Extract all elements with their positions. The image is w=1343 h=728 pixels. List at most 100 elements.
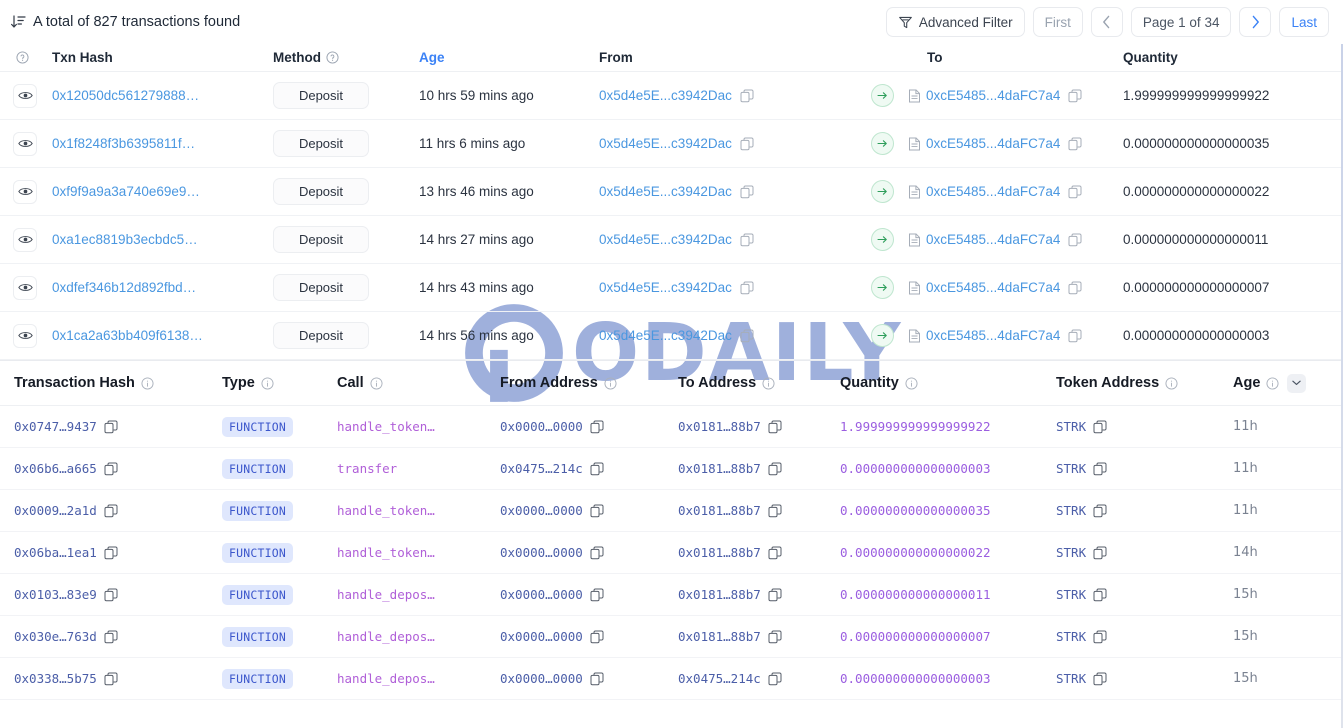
table-row[interactable]: 0x0103…83e9 FUNCTION handle_depos… 0x000… bbox=[0, 574, 1343, 616]
transfer-from-link[interactable]: 0x0000…0000 bbox=[500, 629, 583, 644]
to-address-link[interactable]: 0xcE5485...4daFC7a4 bbox=[926, 328, 1060, 343]
copy-icon[interactable] bbox=[590, 420, 604, 434]
table-row[interactable]: 0x12050dc561279888… Deposit 10 hrs 59 mi… bbox=[0, 72, 1343, 120]
type-badge[interactable]: FUNCTION bbox=[222, 669, 293, 689]
transfer-from-link[interactable]: 0x0000…0000 bbox=[500, 503, 583, 518]
copy-icon[interactable] bbox=[1093, 672, 1107, 686]
transfer-from-link[interactable]: 0x0000…0000 bbox=[500, 545, 583, 560]
table-row[interactable]: 0x0338…5b75 FUNCTION handle_depos… 0x000… bbox=[0, 658, 1343, 700]
to-address-link[interactable]: 0xcE5485...4daFC7a4 bbox=[926, 280, 1060, 295]
txn-hash-link[interactable]: 0xdfef346b12d892fbd… bbox=[52, 280, 196, 295]
copy-icon[interactable] bbox=[740, 137, 754, 151]
table-row[interactable]: 0x1f8248f3b6395811f… Deposit 11 hrs 6 mi… bbox=[0, 120, 1343, 168]
copy-icon[interactable] bbox=[1068, 329, 1082, 343]
method-badge[interactable]: Deposit bbox=[273, 130, 369, 157]
copy-icon[interactable] bbox=[1068, 137, 1082, 151]
call-link[interactable]: transfer bbox=[337, 461, 397, 476]
call-link[interactable]: handle_token… bbox=[337, 503, 435, 518]
copy-icon[interactable] bbox=[104, 420, 118, 434]
info-circle-icon[interactable] bbox=[141, 377, 154, 390]
transfer-from-link[interactable]: 0x0000…0000 bbox=[500, 587, 583, 602]
last-page-button[interactable]: Last bbox=[1279, 7, 1329, 37]
call-link[interactable]: handle_token… bbox=[337, 545, 435, 560]
preview-button[interactable] bbox=[13, 180, 37, 204]
transfer-to-link[interactable]: 0x0181…88b7 bbox=[678, 629, 761, 644]
copy-icon[interactable] bbox=[590, 630, 604, 644]
txn-hash-link[interactable]: 0xf9f9a9a3a740e69e9… bbox=[52, 184, 200, 199]
from-address-link[interactable]: 0x5d4e5E...c3942Dac bbox=[599, 232, 732, 247]
call-link[interactable]: handle_depos… bbox=[337, 629, 435, 644]
copy-icon[interactable] bbox=[590, 588, 604, 602]
copy-icon[interactable] bbox=[1068, 281, 1082, 295]
info-circle-icon[interactable] bbox=[1266, 377, 1279, 390]
token-link[interactable]: STRK bbox=[1056, 419, 1086, 434]
info-circle-icon[interactable] bbox=[762, 377, 775, 390]
table-row[interactable]: 0x030e…763d FUNCTION handle_depos… 0x000… bbox=[0, 616, 1343, 658]
preview-button[interactable] bbox=[13, 324, 37, 348]
table-row[interactable]: 0x1ca2a63bb409f6138… Deposit 14 hrs 56 m… bbox=[0, 312, 1343, 360]
copy-icon[interactable] bbox=[1093, 420, 1107, 434]
type-badge[interactable]: FUNCTION bbox=[222, 459, 293, 479]
copy-icon[interactable] bbox=[590, 462, 604, 476]
copy-icon[interactable] bbox=[768, 630, 782, 644]
to-address-link[interactable]: 0xcE5485...4daFC7a4 bbox=[926, 88, 1060, 103]
transfer-hash-link[interactable]: 0x0338…5b75 bbox=[14, 671, 97, 686]
preview-button[interactable] bbox=[13, 228, 37, 252]
transfer-to-link[interactable]: 0x0181…88b7 bbox=[678, 587, 761, 602]
copy-icon[interactable] bbox=[768, 504, 782, 518]
copy-icon[interactable] bbox=[740, 233, 754, 247]
table-row[interactable]: 0xf9f9a9a3a740e69e9… Deposit 13 hrs 46 m… bbox=[0, 168, 1343, 216]
copy-icon[interactable] bbox=[740, 281, 754, 295]
copy-icon[interactable] bbox=[590, 546, 604, 560]
txn-hash-link[interactable]: 0x1ca2a63bb409f6138… bbox=[52, 328, 203, 343]
type-badge[interactable]: FUNCTION bbox=[222, 501, 293, 521]
table-row[interactable]: 0xa1ec8819b3ecbdc5… Deposit 14 hrs 27 mi… bbox=[0, 216, 1343, 264]
table-row[interactable]: 0x0747…9437 FUNCTION handle_token… 0x000… bbox=[0, 406, 1343, 448]
method-badge[interactable]: Deposit bbox=[273, 274, 369, 301]
transfer-to-link[interactable]: 0x0475…214c bbox=[678, 671, 761, 686]
call-link[interactable]: handle_depos… bbox=[337, 671, 435, 686]
txn-hash-link[interactable]: 0x1f8248f3b6395811f… bbox=[52, 136, 195, 151]
info-circle-icon[interactable] bbox=[370, 377, 383, 390]
token-link[interactable]: STRK bbox=[1056, 545, 1086, 560]
copy-icon[interactable] bbox=[590, 504, 604, 518]
method-badge[interactable]: Deposit bbox=[273, 82, 369, 109]
transfer-to-link[interactable]: 0x0181…88b7 bbox=[678, 545, 761, 560]
call-link[interactable]: handle_token… bbox=[337, 419, 435, 434]
copy-icon[interactable] bbox=[104, 672, 118, 686]
copy-icon[interactable] bbox=[1093, 546, 1107, 560]
info-circle-icon[interactable] bbox=[261, 377, 274, 390]
from-address-link[interactable]: 0x5d4e5E...c3942Dac bbox=[599, 88, 732, 103]
copy-icon[interactable] bbox=[1068, 233, 1082, 247]
copy-icon[interactable] bbox=[768, 420, 782, 434]
to-address-link[interactable]: 0xcE5485...4daFC7a4 bbox=[926, 232, 1060, 247]
copy-icon[interactable] bbox=[104, 546, 118, 560]
copy-icon[interactable] bbox=[1068, 185, 1082, 199]
table-row[interactable]: 0xdfef346b12d892fbd… Deposit 14 hrs 43 m… bbox=[0, 264, 1343, 312]
copy-icon[interactable] bbox=[740, 185, 754, 199]
method-badge[interactable]: Deposit bbox=[273, 322, 369, 349]
copy-icon[interactable] bbox=[1093, 630, 1107, 644]
copy-icon[interactable] bbox=[740, 329, 754, 343]
from-address-link[interactable]: 0x5d4e5E...c3942Dac bbox=[599, 184, 732, 199]
header-age[interactable]: Age bbox=[419, 50, 599, 65]
token-link[interactable]: STRK bbox=[1056, 629, 1086, 644]
to-address-link[interactable]: 0xcE5485...4daFC7a4 bbox=[926, 184, 1060, 199]
info-circle-icon[interactable] bbox=[905, 377, 918, 390]
from-address-link[interactable]: 0x5d4e5E...c3942Dac bbox=[599, 136, 732, 151]
transfer-hash-link[interactable]: 0x0747…9437 bbox=[14, 419, 97, 434]
table-row[interactable]: 0x06b6…a665 FUNCTION transfer 0x0475…214… bbox=[0, 448, 1343, 490]
first-page-button[interactable]: First bbox=[1033, 7, 1083, 37]
transfer-to-link[interactable]: 0x0181…88b7 bbox=[678, 461, 761, 476]
prev-page-button[interactable] bbox=[1091, 7, 1123, 37]
copy-icon[interactable] bbox=[1093, 462, 1107, 476]
info-circle-icon[interactable] bbox=[604, 377, 617, 390]
token-link[interactable]: STRK bbox=[1056, 503, 1086, 518]
question-circle-icon[interactable] bbox=[16, 51, 29, 64]
from-address-link[interactable]: 0x5d4e5E...c3942Dac bbox=[599, 328, 732, 343]
preview-button[interactable] bbox=[13, 276, 37, 300]
advanced-filter-button[interactable]: Advanced Filter bbox=[886, 7, 1025, 37]
preview-button[interactable] bbox=[13, 84, 37, 108]
type-badge[interactable]: FUNCTION bbox=[222, 417, 293, 437]
copy-icon[interactable] bbox=[768, 672, 782, 686]
